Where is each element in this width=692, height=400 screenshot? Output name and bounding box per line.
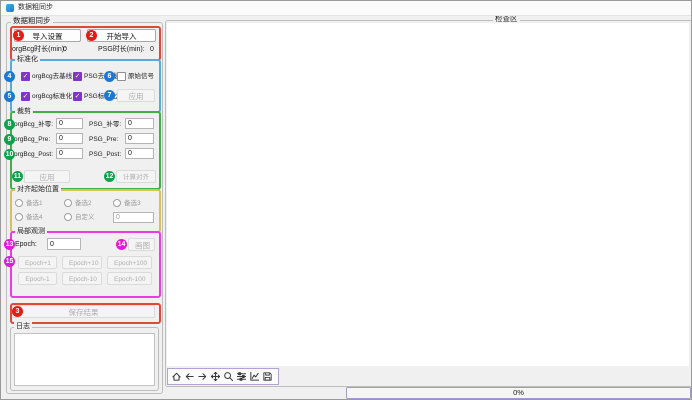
left-panel-group-label: 数据粗同步 (11, 16, 53, 25)
crop-row-label: PSG_Post: (89, 150, 121, 160)
crop-row-label: orgBcg_Post: (14, 150, 53, 160)
custom-radio[interactable] (64, 213, 72, 221)
orgbcg-post-input[interactable] (56, 148, 83, 159)
customize-icon[interactable] (249, 371, 260, 383)
start-import-button[interactable]: 开始导入 (87, 29, 156, 42)
save-figure-icon[interactable] (262, 371, 273, 383)
zoom-icon[interactable] (223, 371, 234, 383)
step-badge-9: 9 (4, 134, 15, 145)
candidate4-label: 备选4 (26, 213, 43, 223)
psg-norm-checkbox[interactable] (73, 92, 82, 101)
titlebar: 数据粗同步 (1, 1, 691, 16)
raw-signal-checkbox[interactable] (117, 72, 126, 81)
orgbcg-norm-checkbox[interactable] (21, 92, 30, 101)
compute-align-button[interactable]: 计算对齐 (116, 170, 156, 183)
step-badge-3: 3 (12, 306, 23, 317)
plot-canvas[interactable] (167, 23, 689, 366)
step-badge-1: 1 (13, 30, 24, 41)
orgbcg-norm-label: orgBcg标准化 (32, 92, 72, 102)
candidate1-radio[interactable] (15, 199, 23, 207)
raw-signal-label: 原始信号 (128, 72, 154, 82)
progress-bar: 0% (346, 387, 691, 399)
epoch-plus1-button[interactable]: Epoch+1 (18, 256, 57, 269)
orgbcg-detrend-label: orgBcg去基线 (32, 72, 72, 82)
crop-apply-button[interactable]: 应用 (24, 170, 70, 183)
candidate2-radio[interactable] (64, 199, 72, 207)
log-group-label: 日志 (14, 322, 32, 331)
pan-icon[interactable] (210, 371, 221, 383)
orgbcg-padzero-input[interactable] (56, 118, 83, 129)
orgbcg-pre-input[interactable] (56, 133, 83, 144)
crop-row-label: PSG_Pre: (89, 135, 118, 145)
preprocess-section-box (10, 59, 161, 113)
psg-post-input[interactable] (125, 148, 154, 159)
psg-pre-input[interactable] (125, 133, 154, 144)
step-badge-10: 10 (4, 149, 15, 160)
preprocess-apply-button[interactable]: 应用 (117, 89, 155, 102)
custom-position-input[interactable] (113, 212, 154, 223)
crop-row-label: orgBcg_补零: (14, 120, 53, 130)
psg-duration-value: 0 (150, 45, 154, 55)
back-icon[interactable] (184, 371, 195, 383)
step-badge-7: 7 (104, 90, 115, 101)
orgbcg-duration-value: 0 (63, 45, 67, 55)
candidate4-radio[interactable] (15, 213, 23, 221)
log-textarea[interactable] (14, 333, 155, 386)
align-group-label: 对齐起始位置 (15, 185, 61, 194)
step-badge-13: 13 (4, 239, 15, 250)
epoch-minus1-button[interactable]: Epoch-1 (18, 272, 57, 285)
orgbcg-duration-label: orgBcg时长(min): (12, 45, 66, 55)
step-badge-8: 8 (4, 119, 15, 130)
crop-row-label: PSG_补零: (89, 120, 121, 130)
epoch-minus10-button[interactable]: Epoch-10 (62, 272, 102, 285)
candidate2-label: 备选2 (75, 199, 92, 209)
step-badge-12: 12 (104, 171, 115, 182)
plot-toolbar (167, 368, 279, 385)
orgbcg-detrend-checkbox[interactable] (21, 72, 30, 81)
epoch-group-label: 局部观测 (15, 227, 47, 236)
crop-row-label: orgBcg_Pre: (14, 135, 50, 145)
step-badge-11: 11 (12, 171, 23, 182)
app-icon (6, 4, 14, 12)
psg-duration-label: PSG时长(min): (98, 45, 145, 55)
import-settings-button[interactable]: 导入设置 (14, 29, 81, 42)
window-title: 数据粗同步 (18, 1, 53, 15)
epoch-label: Epoch: (15, 240, 37, 250)
preprocess-group-label: 标准化 (15, 55, 40, 64)
step-badge-5: 5 (4, 91, 15, 102)
candidate3-radio[interactable] (113, 199, 121, 207)
psg-detrend-checkbox[interactable] (73, 72, 82, 81)
crop-group-label: 裁剪 (15, 107, 33, 116)
candidate3-label: 备选3 (124, 199, 141, 209)
step-badge-14: 14 (116, 239, 127, 250)
candidate1-label: 备选1 (26, 199, 43, 209)
epoch-plus10-button[interactable]: Epoch+10 (62, 256, 102, 269)
draw-button[interactable]: 画图 (128, 238, 155, 251)
progress-percent: 0% (347, 388, 690, 398)
step-badge-2: 2 (86, 30, 97, 41)
custom-label: 自定义 (75, 213, 95, 223)
subplots-icon[interactable] (236, 371, 247, 383)
epoch-minus100-button[interactable]: Epoch-100 (107, 272, 152, 285)
step-badge-6: 6 (104, 71, 115, 82)
epoch-plus100-button[interactable]: Epoch+100 (107, 256, 152, 269)
psg-padzero-input[interactable] (125, 118, 154, 129)
forward-icon[interactable] (197, 371, 208, 383)
save-results-button[interactable]: 保存结果 (12, 305, 155, 318)
home-icon[interactable] (171, 371, 182, 383)
step-badge-15: 15 (4, 256, 15, 267)
step-badge-4: 4 (4, 71, 15, 82)
app-window: 数据粗同步 数据粗同步 导入设置 1 开始导入 2 orgBcg时长(min):… (0, 0, 692, 400)
epoch-input[interactable] (47, 238, 81, 250)
